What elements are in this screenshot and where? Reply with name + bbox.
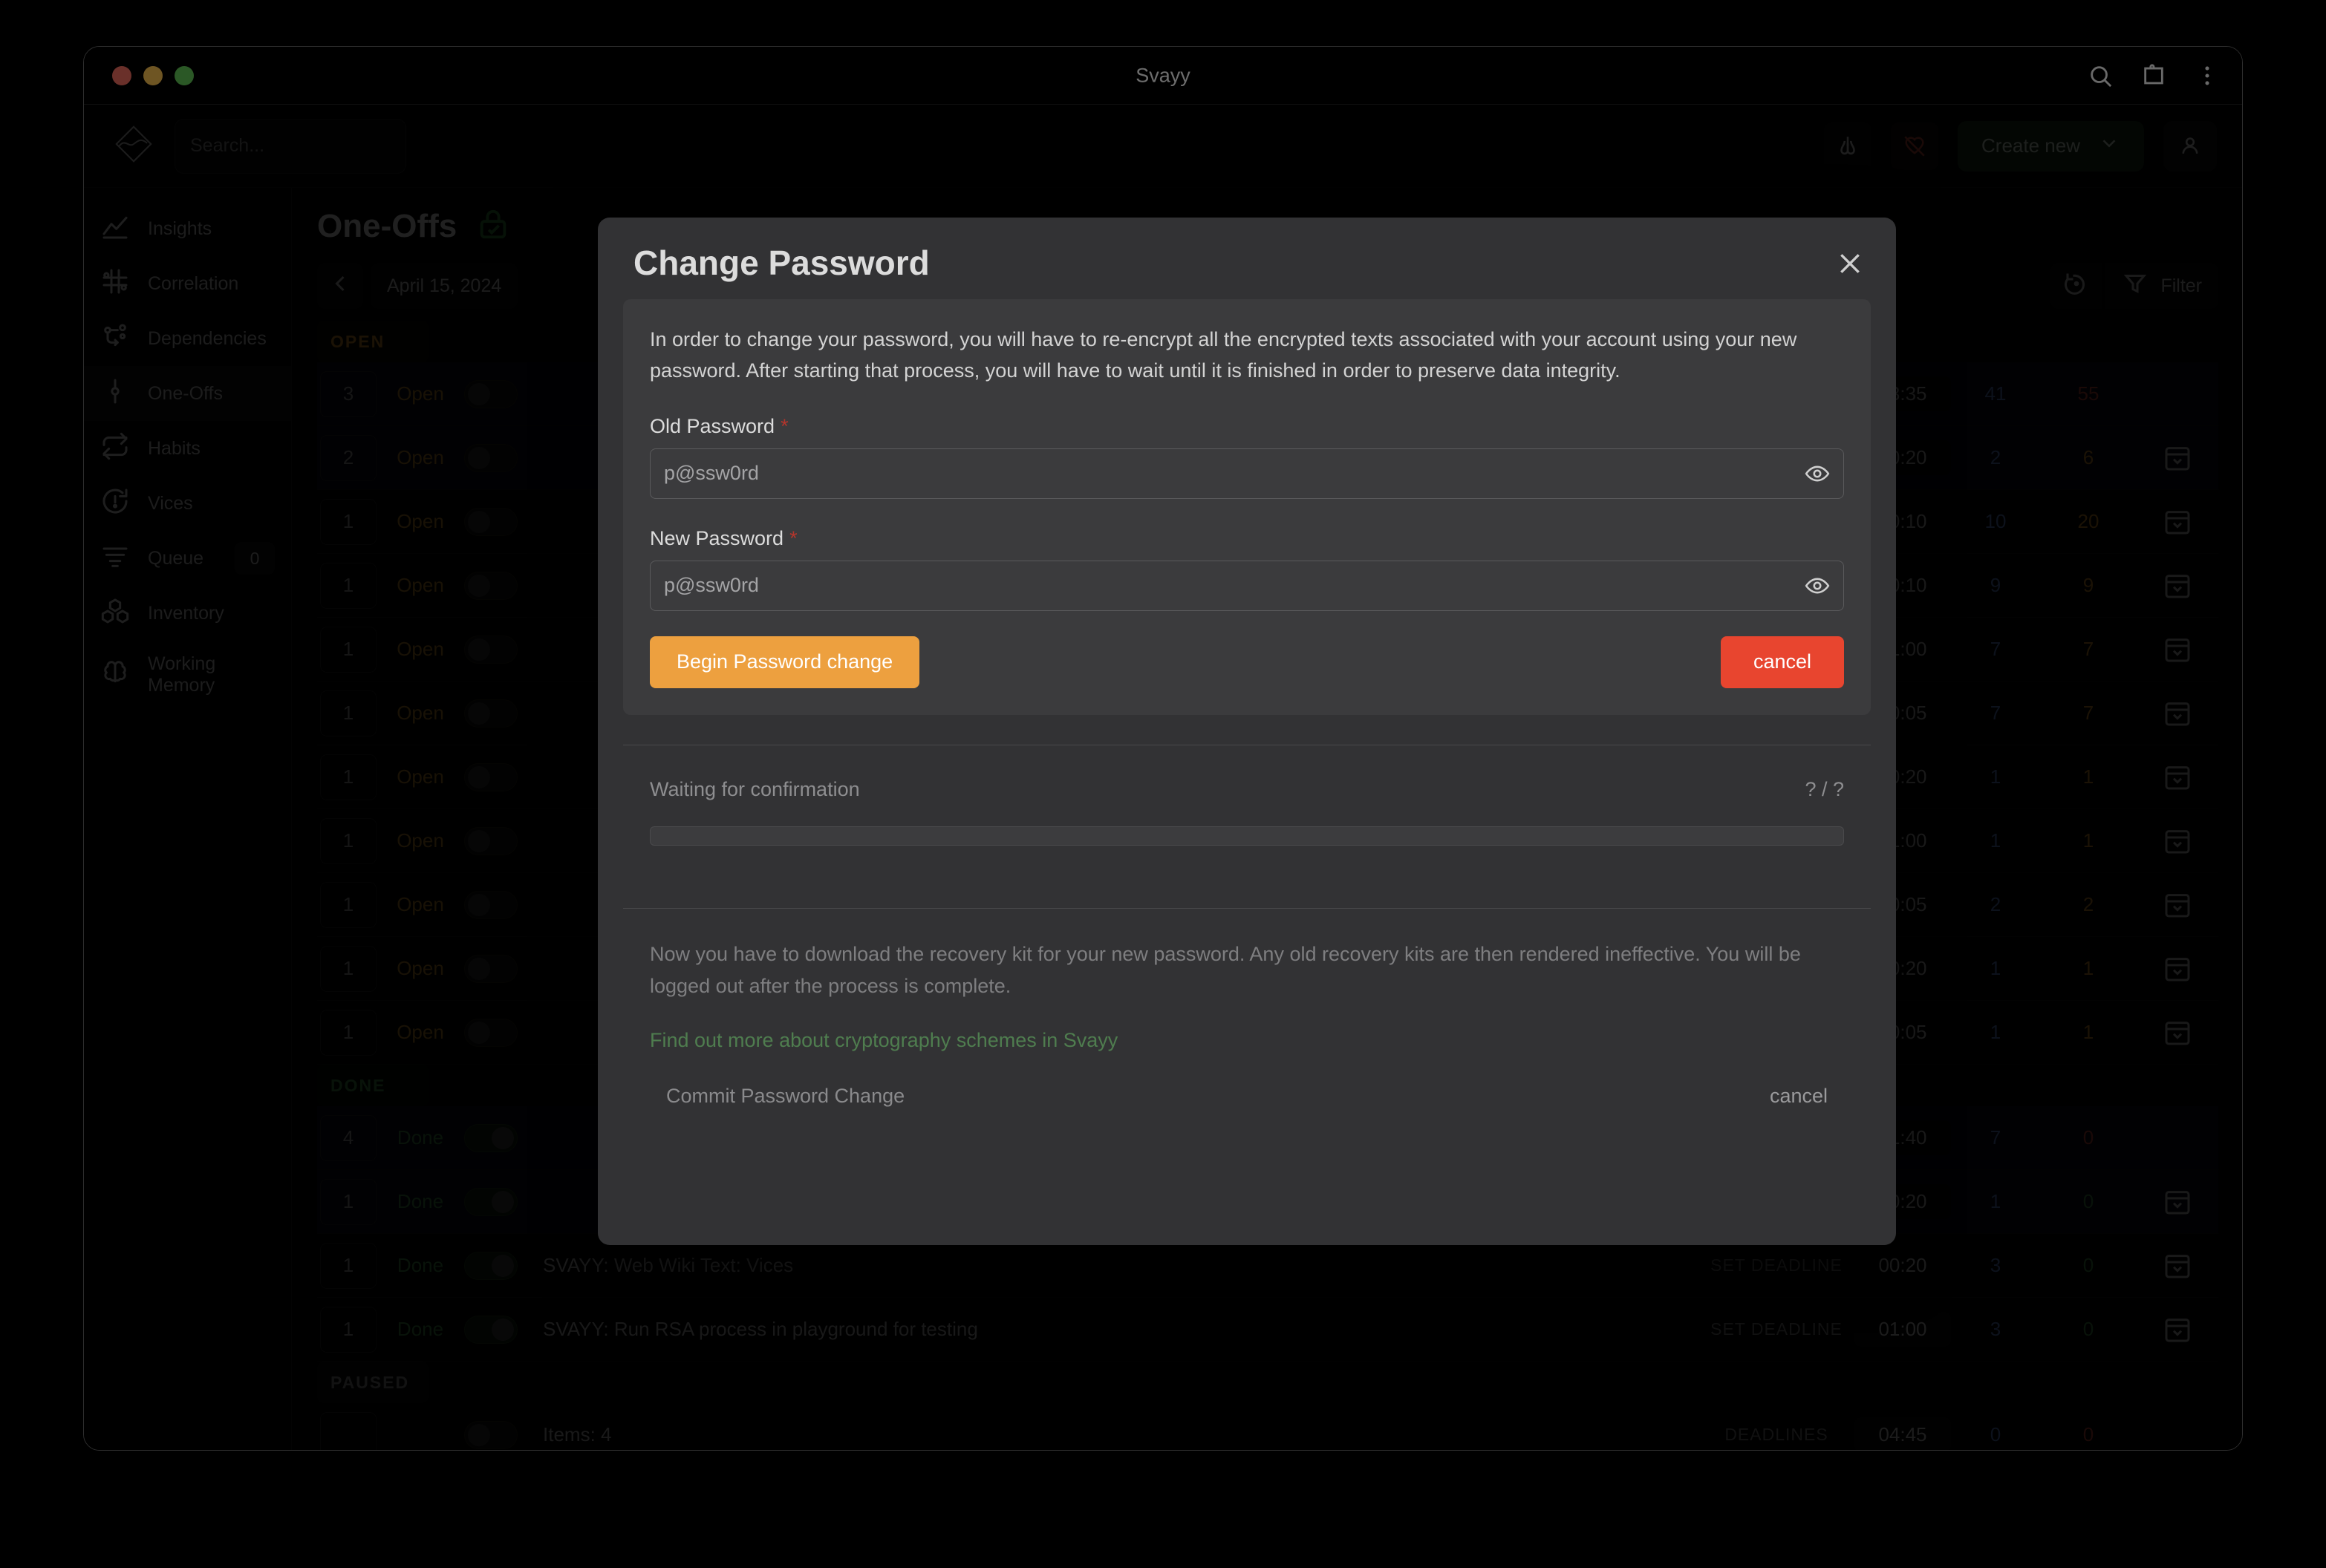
recovery-kit-text: Now you have to download the recovery ki…	[650, 942, 1801, 997]
old-password-input[interactable]	[664, 462, 1805, 486]
progress-status-label: Waiting for confirmation	[650, 777, 860, 800]
old-password-label-text: Old Password	[650, 414, 775, 437]
begin-password-change-button[interactable]: Begin Password change	[650, 636, 920, 688]
progress-header: Waiting for confirmation ? / ?	[650, 778, 1844, 801]
eye-icon[interactable]	[1805, 461, 1830, 486]
modal-body: In order to change your password, you wi…	[598, 299, 1896, 1245]
commit-password-change-button[interactable]: Commit Password Change	[666, 1085, 905, 1108]
change-password-modal: Change Password In order to change your …	[598, 218, 1896, 1245]
password-form-panel: In order to change your password, you wi…	[623, 299, 1871, 715]
final-block: Now you have to download the recovery ki…	[623, 909, 1871, 1108]
new-password-input[interactable]	[664, 574, 1805, 598]
old-password-field[interactable]	[650, 448, 1844, 499]
eye-icon[interactable]	[1805, 573, 1830, 598]
modal-title: Change Password	[633, 244, 930, 282]
cryptography-info-link[interactable]: Find out more about cryptography schemes…	[650, 1029, 1118, 1052]
required-marker: *	[789, 526, 798, 549]
new-password-label: New Password *	[650, 527, 1844, 550]
progress-bar	[650, 826, 1844, 846]
modal-header: Change Password	[598, 218, 1896, 299]
progress-counter: ? / ?	[1805, 777, 1844, 800]
commit-cancel-button[interactable]: cancel	[1770, 1085, 1828, 1108]
old-password-label: Old Password *	[650, 415, 1844, 438]
browser-window: Svayy	[83, 46, 2243, 1451]
new-password-field[interactable]	[650, 560, 1844, 611]
required-marker: *	[781, 414, 789, 437]
new-password-label-text: New Password	[650, 526, 784, 549]
progress-block: Waiting for confirmation ? / ?	[623, 745, 1871, 878]
modal-actions: Begin Password change cancel	[650, 636, 1844, 688]
intro-text: In order to change your password, you wi…	[650, 328, 1797, 382]
commit-row: Commit Password Change cancel	[650, 1085, 1844, 1108]
close-icon[interactable]	[1835, 249, 1865, 278]
cancel-button[interactable]: cancel	[1720, 636, 1844, 688]
